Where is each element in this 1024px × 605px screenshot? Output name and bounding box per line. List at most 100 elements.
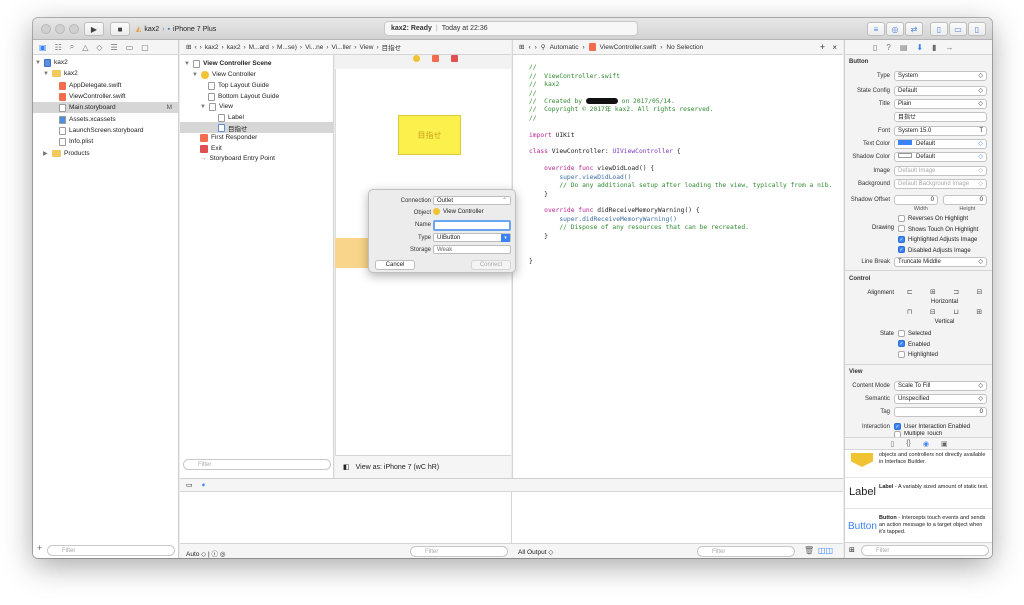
align-fill-icon[interactable]: ⊟ <box>976 288 982 296</box>
identity-icon[interactable]: ▤ <box>900 43 908 52</box>
canvas-button[interactable]: 目指せ <box>398 115 461 155</box>
outline-item[interactable]: ▼ View <box>200 101 233 112</box>
align-left-icon[interactable]: ⊏ <box>907 288 913 296</box>
nav-item-group[interactable]: ▼ kax2 <box>43 68 78 79</box>
highlighted-adjusts-checkbox[interactable]: ✓ Highlighted Adjusts Image <box>898 235 978 246</box>
checkbox[interactable]: ✓ <box>898 340 905 348</box>
variables-scope[interactable]: Auto ◇ | ⓘ ◎ <box>186 548 225 558</box>
jump-item[interactable]: M...se) <box>277 44 297 51</box>
align-right-icon[interactable]: ⊐ <box>953 288 959 296</box>
message-icon[interactable]: ▢ <box>141 43 149 52</box>
minimize-window-button[interactable] <box>55 24 65 34</box>
trash-icon[interactable]: 🗑 <box>804 546 814 555</box>
view-as-label[interactable]: View as: iPhone 7 (wC hR) <box>356 464 440 471</box>
object-library-icon[interactable]: ◉ <box>923 440 929 448</box>
horizontal-alignment[interactable]: ⊏ ⊞ ⊐ ⊟ <box>898 288 991 296</box>
nav-item-group[interactable]: ▶ Products <box>43 148 90 159</box>
attributes-icon[interactable]: ⬇ <box>916 43 923 52</box>
text-color-select[interactable]: Default ◇ <box>894 138 987 149</box>
connection-select[interactable]: Outlet ⌃ <box>433 196 511 205</box>
image-select[interactable]: Default Image ◇ <box>894 165 987 176</box>
forward-icon[interactable]: › <box>200 44 202 51</box>
align-vfill-icon[interactable]: ⊞ <box>976 308 982 316</box>
checkbox[interactable]: ✓ <box>898 235 905 243</box>
jump-item[interactable]: Vi...ller <box>332 44 352 51</box>
size-icon[interactable]: ▮ <box>932 43 936 52</box>
close-window-button[interactable] <box>41 24 51 34</box>
folder-icon[interactable]: ▣ <box>39 43 47 52</box>
enabled-checkbox[interactable]: ✓ Enabled <box>898 340 938 351</box>
tag-input[interactable]: 0 <box>894 406 987 417</box>
jump-selection[interactable]: No Selection <box>666 44 703 51</box>
align-bottom-icon[interactable]: ⊔ <box>953 308 958 316</box>
add-icon[interactable]: + <box>37 543 42 553</box>
checkbox[interactable] <box>898 329 905 337</box>
exit-icon[interactable] <box>450 55 458 62</box>
shadow-width-input[interactable]: 0 <box>894 194 938 205</box>
source-code[interactable]: // // ViewController.swift // kax2 // //… <box>529 56 832 266</box>
add-editor-icon[interactable]: + <box>820 42 825 52</box>
selected-checkbox[interactable]: Selected <box>898 329 938 340</box>
jump-item[interactable]: 目指せ <box>382 42 402 52</box>
back-icon[interactable]: ‹ <box>194 44 196 51</box>
hide-debug-icon[interactable]: ▭ <box>186 481 193 489</box>
align-top-icon[interactable]: ⊓ <box>907 308 912 316</box>
nav-item-file[interactable]: Main.storyboard M <box>33 102 178 113</box>
run-button[interactable]: ▶ <box>84 22 104 36</box>
storage-select[interactable]: Weak <box>433 245 511 254</box>
breakpoint-icon[interactable]: ➧ <box>201 481 207 489</box>
outline-item[interactable]: → Storyboard Entry Point <box>200 153 275 164</box>
back-icon[interactable]: ‹ <box>528 44 530 51</box>
zoom-window-button[interactable] <box>69 24 79 34</box>
nav-item-file[interactable]: AppDelegate.swift <box>59 80 121 91</box>
nav-item-file[interactable]: Assets.xcassets <box>59 114 116 125</box>
type-select[interactable]: System ◇ <box>894 70 987 81</box>
background-select[interactable]: Default Background Image ◇ <box>894 178 987 189</box>
jump-item[interactable]: kax2 <box>227 44 241 51</box>
media-library-icon[interactable]: ▣ <box>941 440 948 448</box>
shows-touch-checkbox[interactable]: Shows Touch On Highlight <box>898 225 978 236</box>
align-middle-icon[interactable]: ⊟ <box>930 308 936 316</box>
label-preview[interactable]: Label <box>849 486 876 498</box>
chevron-down-icon[interactable]: ▾ <box>501 233 510 242</box>
output-selector[interactable]: All Output ◇ <box>518 548 553 556</box>
list-icon[interactable]: ☰ <box>111 43 118 52</box>
vertical-alignment[interactable]: ⊓ ⊟ ⊔ ⊞ <box>898 308 991 316</box>
grid-icon[interactable]: ⊞ <box>186 43 191 51</box>
align-center-icon[interactable]: ⊞ <box>930 288 936 296</box>
jump-mode[interactable]: Automatic <box>550 44 579 51</box>
diamond-icon[interactable]: ◇ <box>96 43 102 52</box>
checkbox[interactable]: ✓ <box>898 246 905 254</box>
name-input[interactable] <box>433 220 511 231</box>
standard-editor-button[interactable]: ≡ <box>867 22 885 36</box>
content-mode-select[interactable]: Scale To Fill ◇ <box>894 380 987 391</box>
disabled-adjusts-checkbox[interactable]: ✓ Disabled Adjusts Image <box>898 246 978 257</box>
toggle-utilities-button[interactable]: ▯ <box>968 22 986 36</box>
close-editor-icon[interactable]: × <box>832 43 837 52</box>
variables-filter[interactable]: Filter <box>410 546 508 557</box>
line-break-select[interactable]: Truncate Middle ◇ <box>894 256 987 267</box>
connections-icon[interactable]: → <box>946 43 954 52</box>
forward-icon[interactable]: › <box>535 44 537 51</box>
tag-icon[interactable]: ▭ <box>126 43 134 52</box>
outline-item[interactable]: Top Layout Guide <box>208 80 269 91</box>
title-select[interactable]: Plain ◇ <box>894 98 987 109</box>
semantic-select[interactable]: Unspecified ◇ <box>894 393 987 404</box>
view-controller-icon[interactable] <box>412 55 420 62</box>
state-config-select[interactable]: Default ◇ <box>894 85 987 96</box>
first-responder-icon[interactable] <box>431 55 439 62</box>
checkbox[interactable] <box>898 350 905 358</box>
outline-toggle-icon[interactable]: ◧ <box>343 463 350 471</box>
scheme-selector[interactable]: ◭ kax2 › ▪ iPhone 7 Plus <box>136 22 216 36</box>
checkbox[interactable]: ✓ <box>894 423 901 430</box>
jump-file[interactable]: ViewController.swift <box>600 44 657 51</box>
checkbox[interactable] <box>898 225 905 233</box>
font-field[interactable]: System 15.0 T <box>894 125 987 136</box>
library-filter[interactable]: Filter <box>861 545 989 556</box>
hierarchy-icon[interactable]: ☷ <box>55 43 62 52</box>
search-icon[interactable]: ⌕ <box>70 42 74 52</box>
jump-item[interactable]: M...ard <box>249 44 269 51</box>
highlighted-checkbox[interactable]: Highlighted <box>898 350 938 361</box>
outline-filter[interactable]: Filter <box>183 459 331 470</box>
type-combo[interactable]: UIButton ▾ <box>433 233 511 242</box>
